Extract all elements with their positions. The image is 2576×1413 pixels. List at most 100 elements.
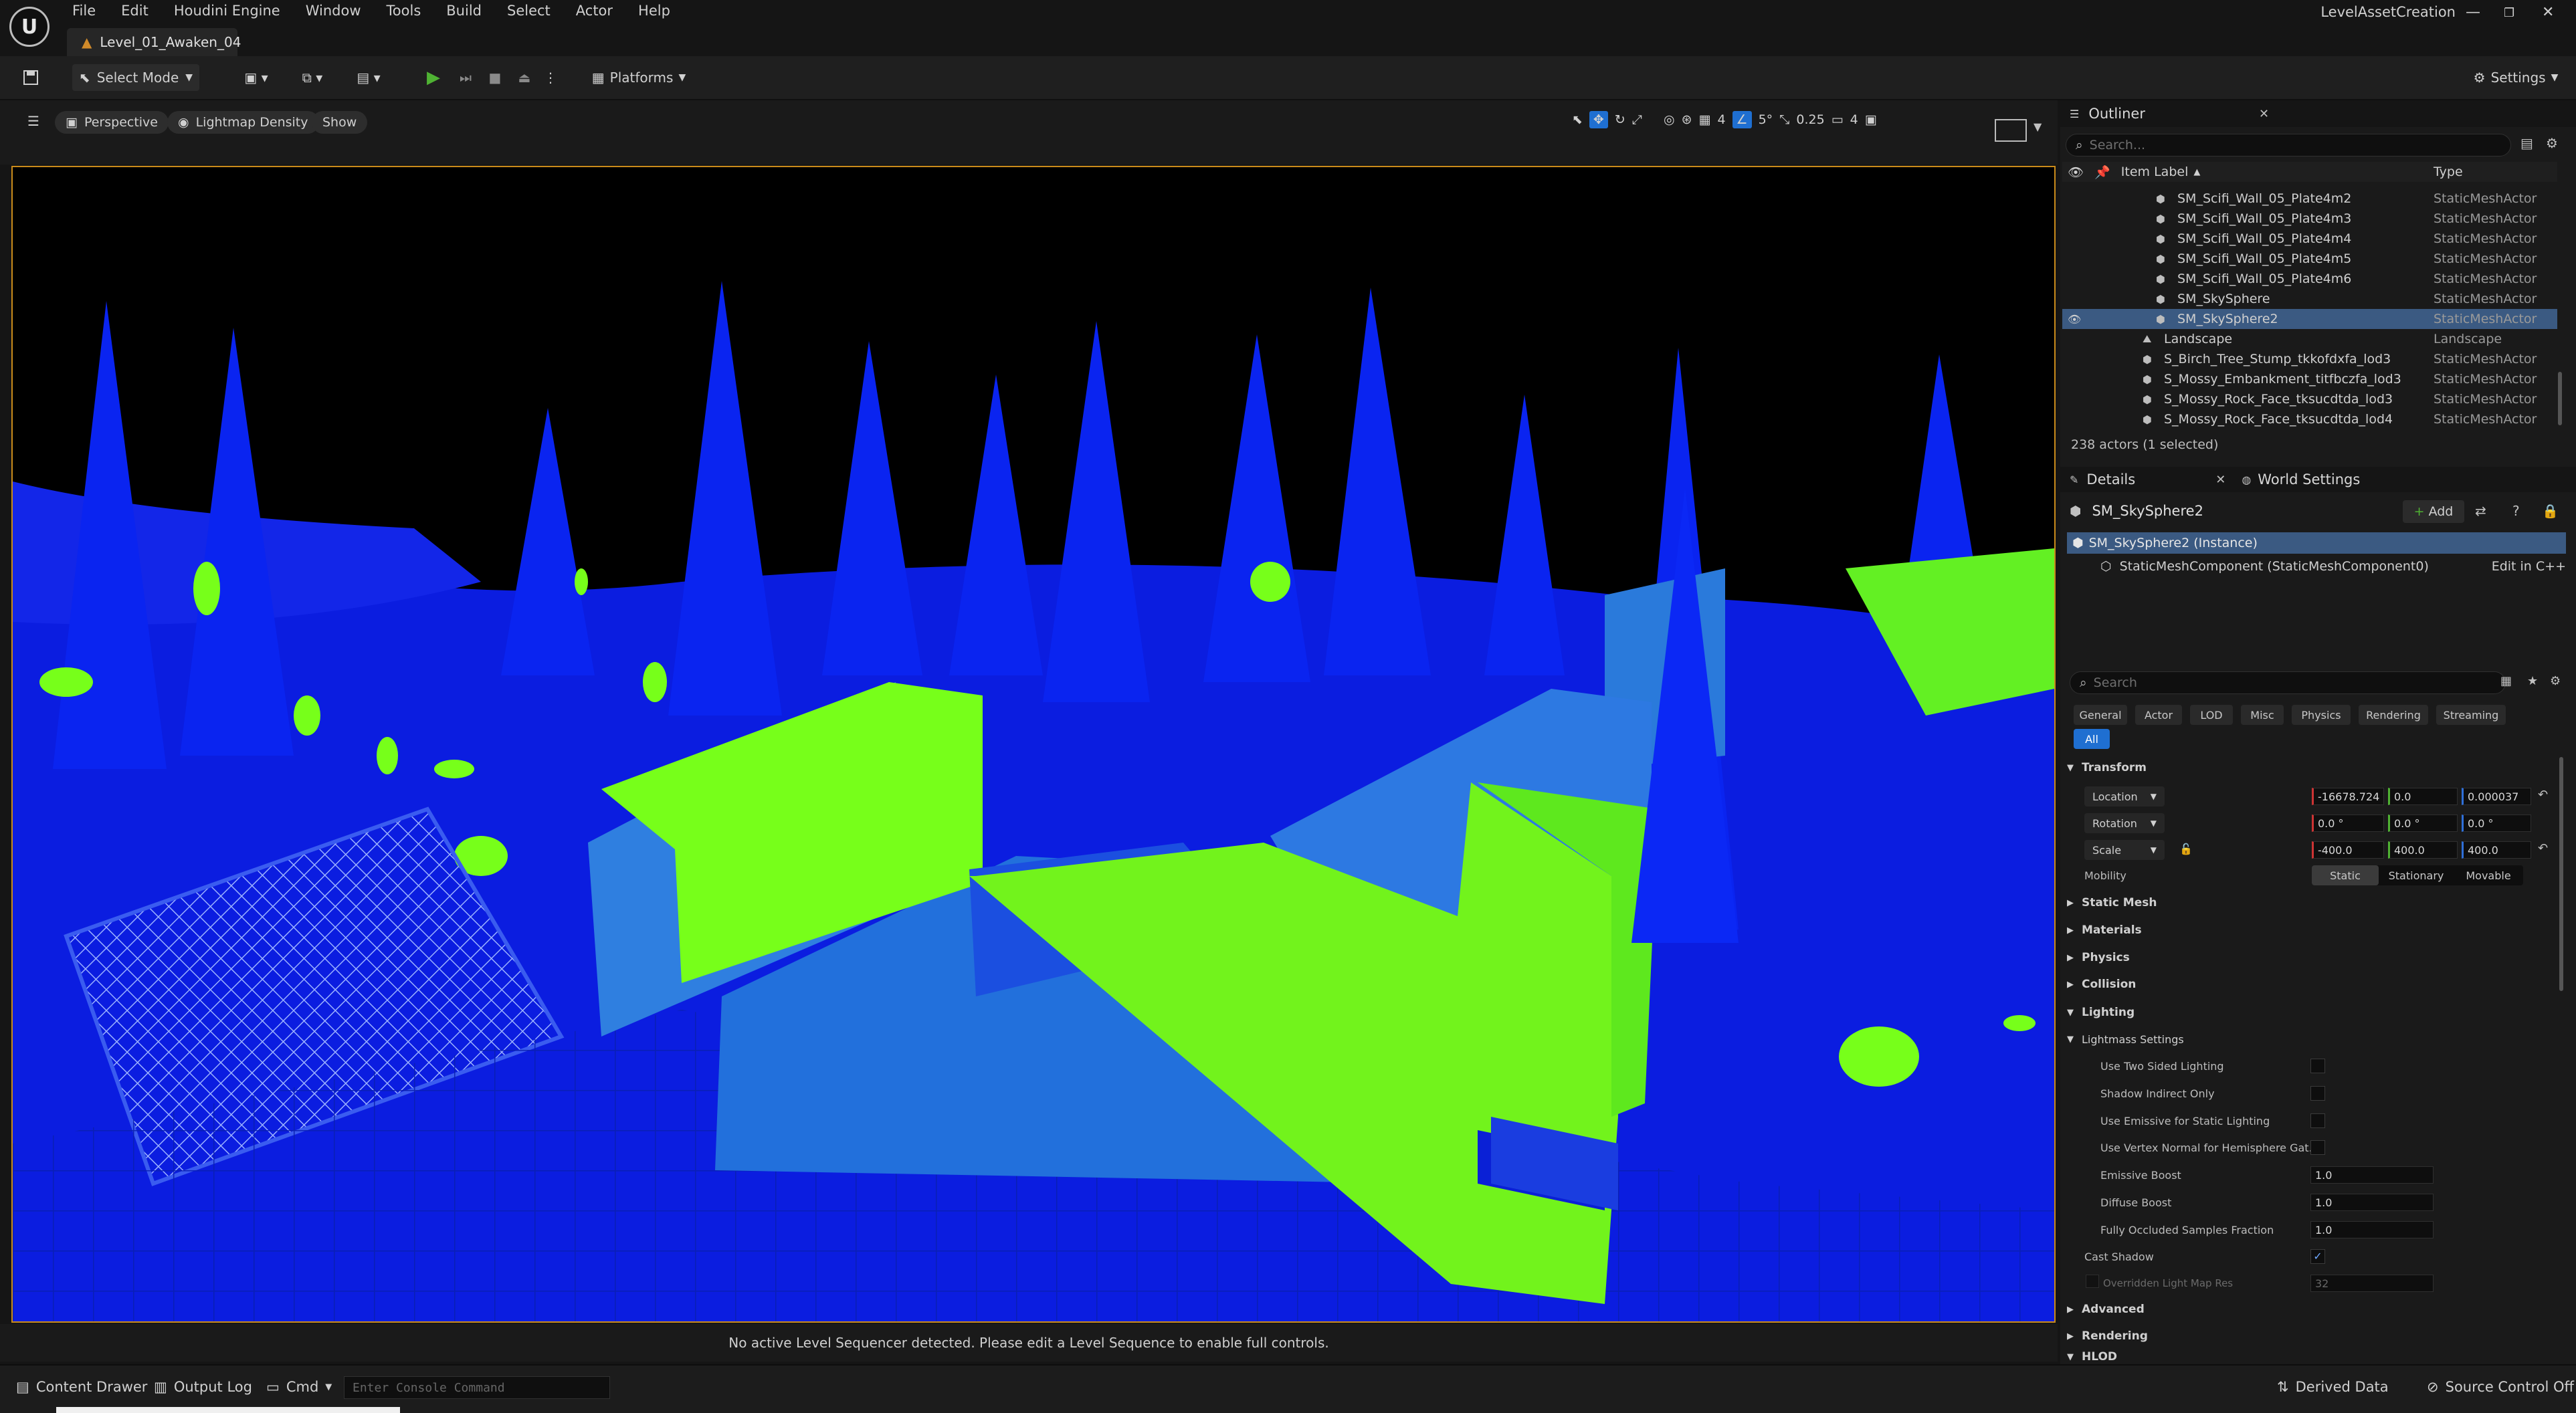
blueprint-icon[interactable]: ⇄ <box>2475 503 2486 519</box>
help-icon[interactable]: ? <box>2512 503 2520 519</box>
shadow-indirect-checkbox[interactable] <box>2310 1086 2325 1101</box>
outliner-title[interactable]: Outliner <box>2088 106 2145 122</box>
maximize-viewport-icon[interactable]: ▣ <box>1865 112 1877 127</box>
perspective-button[interactable]: ▣ Perspective <box>55 111 169 134</box>
type-header[interactable]: Type <box>2434 165 2463 179</box>
stop-icon[interactable]: ■ <box>482 64 508 91</box>
scale-x-field[interactable]: -400.0 <box>2312 841 2384 859</box>
filter-streaming[interactable]: Streaming <box>2436 705 2506 725</box>
physics-section-header[interactable]: ▶ Physics <box>2067 946 2562 970</box>
rotation-dropdown[interactable]: Rotation ▼ <box>2084 813 2165 833</box>
advanced-section-header[interactable]: ▶ Advanced <box>2067 1297 2562 1321</box>
scale-y-field[interactable]: 400.0 <box>2388 841 2458 859</box>
unreal-logo-icon[interactable]: U <box>9 7 49 47</box>
output-log-button[interactable]: ▥ Output Log <box>154 1379 252 1395</box>
level-tab[interactable]: ▲ Level_01_Awaken_04 <box>67 28 241 56</box>
visibility-eye-icon[interactable]: 👁 <box>2068 313 2081 326</box>
menu-help[interactable]: Help <box>638 3 670 19</box>
component-instance-row[interactable]: ⬢ SM_SkySphere2 (Instance) <box>2067 532 2566 554</box>
close-window-icon[interactable]: ✕ <box>2542 4 2554 21</box>
derived-data-button[interactable]: ⇅ Derived Data <box>2277 1379 2389 1395</box>
eject-icon[interactable]: ⏏ <box>511 64 538 91</box>
outliner-search-input[interactable]: ⌕ Search... <box>2066 134 2511 156</box>
details-search-input[interactable]: ⌕ Search <box>2070 671 2506 694</box>
add-content-button[interactable]: ▣ ▾ <box>233 64 280 91</box>
camera-speed-icon[interactable]: ▭ <box>1831 112 1844 127</box>
vertex-normal-checkbox[interactable] <box>2310 1140 2325 1155</box>
star-icon[interactable]: ★ <box>2527 674 2538 688</box>
mobility-static[interactable]: Static <box>2312 865 2379 885</box>
scale-snap-icon[interactable]: ⤡ <box>1779 112 1789 127</box>
details-scrollbar[interactable] <box>2559 757 2563 991</box>
overridden-res-field[interactable]: 32 <box>2310 1275 2434 1292</box>
select-mode-dropdown[interactable]: ⬉ Select Mode ▼ <box>72 64 199 91</box>
scale-z-field[interactable]: 400.0 <box>2462 841 2531 859</box>
select-tool-icon[interactable]: ⬉ <box>1572 112 1583 127</box>
edit-in-cpp-link[interactable]: Edit in C++ <box>2492 559 2566 574</box>
gear-icon[interactable]: ⚙ <box>2546 135 2558 151</box>
menu-actor[interactable]: Actor <box>576 3 613 19</box>
collision-section-header[interactable]: ▶ Collision <box>2067 972 2562 996</box>
mobility-stationary[interactable]: Stationary <box>2379 865 2454 885</box>
static-mesh-section-header[interactable]: ▶ Static Mesh <box>2067 891 2562 915</box>
mobility-movable[interactable]: Movable <box>2454 865 2523 885</box>
outliner-row[interactable]: ⬢ S_Birch_Tree_Stump_tkkofdxfa_lod3 Static… <box>2062 349 2557 369</box>
minimize-icon[interactable]: — <box>2466 4 2480 21</box>
filter-misc[interactable]: Misc <box>2241 705 2284 725</box>
outliner-row[interactable]: ⬢ SM_SkySphere StaticMeshActor <box>2062 289 2557 309</box>
settings-dropdown[interactable]: ⚙ Settings ▼ <box>2466 64 2566 91</box>
menu-edit[interactable]: Edit <box>121 3 148 19</box>
scale-snap-value[interactable]: 0.25 <box>1796 112 1824 127</box>
scale-dropdown[interactable]: Scale ▼ <box>2084 840 2165 860</box>
lock-scale-icon[interactable]: 🔓 <box>2179 843 2193 855</box>
console-command-input[interactable]: Enter Console Command <box>344 1376 610 1399</box>
emissive-boost-field[interactable]: 1.0 <box>2310 1166 2434 1184</box>
outliner-scrollbar[interactable] <box>2558 372 2562 425</box>
outliner-row[interactable]: ⬢ S_Mossy_Rock_Face_tksucdtda_lod3 StaticM… <box>2062 389 2557 409</box>
outliner-row[interactable]: ⬢ SM_Scifi_Wall_05_Plate4m2 StaticMeshActo… <box>2062 189 2557 209</box>
filter-all[interactable]: All <box>2074 729 2110 749</box>
play-options-icon[interactable]: ⋮ <box>540 64 561 91</box>
outliner-row[interactable]: ⬢ SM_Scifi_Wall_05_Plate4m5 StaticMeshActo… <box>2062 249 2557 269</box>
filter-physics[interactable]: Physics <box>2292 705 2351 725</box>
lock-icon[interactable]: 🔒 <box>2542 503 2559 519</box>
rotation-z-field[interactable]: 0.0 ° <box>2462 814 2531 832</box>
rotation-x-field[interactable]: 0.0 ° <box>2312 814 2384 832</box>
rotation-snap-value[interactable]: 5° <box>1759 112 1773 127</box>
menu-build[interactable]: Build <box>446 3 482 19</box>
lighting-section-header[interactable]: ▼ Lighting <box>2067 1000 2562 1024</box>
cast-shadow-checkbox[interactable]: ✓ <box>2310 1249 2325 1264</box>
source-control-button[interactable]: ⊘ Source Control Off <box>2427 1379 2574 1395</box>
outliner-row[interactable]: ⬢ S_Mossy_Embankment_titfbczfa_lod3 Static… <box>2062 369 2557 389</box>
rendering-section-header[interactable]: ▶ Rendering <box>2067 1324 2562 1348</box>
location-x-field[interactable]: -16678.724 <box>2312 788 2384 805</box>
location-dropdown[interactable]: Location ▼ <box>2084 786 2165 806</box>
view-mode-button[interactable]: ◉ Lightmap Density <box>167 111 319 134</box>
static-mesh-component-row[interactable]: ⬡ StaticMeshComponent (StaticMeshCompone… <box>2087 556 2566 576</box>
cmd-dropdown[interactable]: ▭ Cmd ▼ <box>266 1379 332 1395</box>
outliner-row[interactable]: ⬢ SM_Scifi_Wall_05_Plate4m3 StaticMeshActo… <box>2062 209 2557 229</box>
table-view-icon[interactable]: ▦ <box>2500 674 2512 688</box>
rotate-tool-icon[interactable]: ↻ <box>1615 112 1625 127</box>
menu-tools[interactable]: Tools <box>387 3 421 19</box>
hlod-section-header[interactable]: ▼ HLOD <box>2067 1349 2562 1364</box>
transform-section-header[interactable]: ▼ Transform <box>2067 756 2562 780</box>
close-tab-icon[interactable]: ✕ <box>2259 107 2269 121</box>
surface-snap-icon[interactable]: ⊛ <box>1682 112 1692 127</box>
add-folder-icon[interactable]: ▤ <box>2520 135 2533 151</box>
close-tab-icon[interactable]: ✕ <box>2215 473 2225 487</box>
restore-icon[interactable]: ❐ <box>2504 6 2514 20</box>
two-sided-checkbox[interactable] <box>2310 1059 2325 1073</box>
scale-tool-icon[interactable]: ⤢ <box>1632 112 1642 127</box>
emissive-static-checkbox[interactable] <box>2310 1113 2325 1128</box>
hamburger-menu-icon[interactable]: ☰ <box>20 110 47 132</box>
filter-actor[interactable]: Actor <box>2135 705 2182 725</box>
content-drawer-button[interactable]: ▤ Content Drawer <box>16 1379 147 1395</box>
world-local-icon[interactable]: ◎ <box>1664 112 1675 127</box>
menu-select[interactable]: Select <box>507 3 551 19</box>
outliner-row[interactable]: ⬢ S_Mossy_Rock_Face_tksucdtda_lod4 StaticM… <box>2062 409 2557 429</box>
item-label-header[interactable]: Item Label <box>2121 165 2189 179</box>
location-y-field[interactable]: 0.0 <box>2388 788 2458 805</box>
blueprint-button[interactable]: ⧉ ▾ <box>289 64 336 91</box>
filter-general[interactable]: General <box>2074 705 2127 725</box>
